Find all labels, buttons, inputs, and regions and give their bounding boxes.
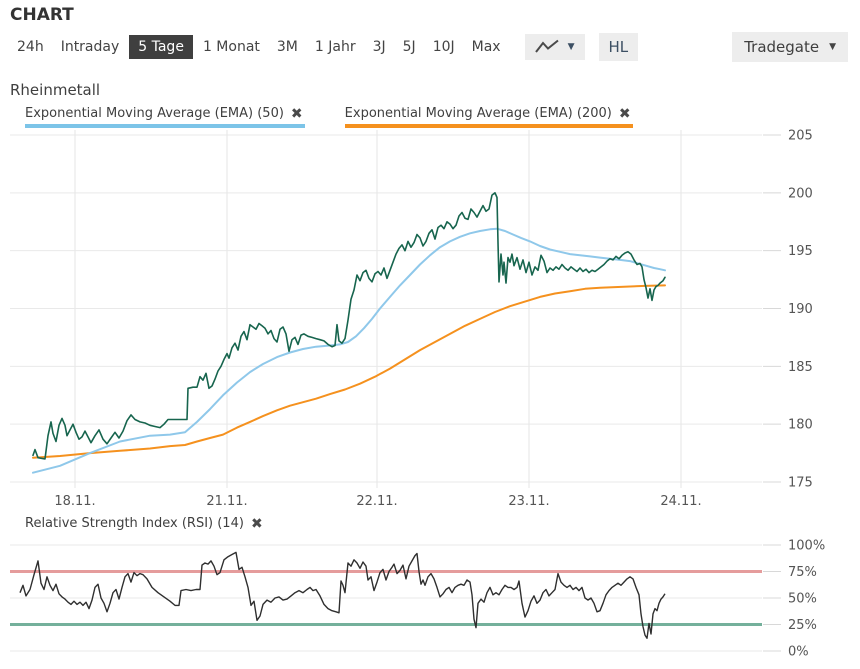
y-tick-label: 185 xyxy=(788,360,813,375)
indicator-badge-ema200: Exponential Moving Average (EMA) (200) ✖ xyxy=(345,106,633,128)
y-tick-label: 195 xyxy=(788,244,813,259)
x-tick-label: 18.11. xyxy=(54,494,95,509)
chart-type-button[interactable]: ▼ xyxy=(525,34,585,60)
rsi-chart: 100% 75% 50% 25% 0% xyxy=(0,534,860,656)
range-tab-24h[interactable]: 24h xyxy=(10,35,51,59)
exchange-selector-label: Tradegate xyxy=(744,38,819,56)
line-chart-icon xyxy=(535,39,560,55)
range-tab-1-monat[interactable]: 1 Monat xyxy=(196,35,267,59)
range-tab-10j[interactable]: 10J xyxy=(426,35,462,59)
ema-50-line xyxy=(33,229,665,473)
range-tab-5-tage[interactable]: 5 Tage xyxy=(129,35,193,59)
close-icon[interactable]: ✖ xyxy=(251,517,263,531)
y-tick-label: 75% xyxy=(788,565,817,580)
hl-button[interactable]: HL xyxy=(599,33,639,61)
y-tick-label: 205 xyxy=(788,129,813,144)
range-tab-max[interactable]: Max xyxy=(465,35,508,59)
x-tick-label: 23.11. xyxy=(508,494,549,509)
close-icon[interactable]: ✖ xyxy=(291,107,303,121)
range-tab-1-jahr[interactable]: 1 Jahr xyxy=(308,35,363,59)
chevron-down-icon: ▼ xyxy=(829,43,836,52)
indicator-badge-ema50: Exponential Moving Average (EMA) (50) ✖ xyxy=(25,106,305,128)
exchange-selector[interactable]: Tradegate ▼ xyxy=(732,32,848,62)
x-tick-label: 24.11. xyxy=(660,494,701,509)
indicator-label: Exponential Moving Average (EMA) (50) xyxy=(25,106,284,121)
chart-toolbar: 24h Intraday 5 Tage 1 Monat 3M 1 Jahr 3J… xyxy=(10,32,850,62)
y-tick-label: 100% xyxy=(788,539,825,554)
range-tab-3j[interactable]: 3J xyxy=(366,35,393,59)
chevron-down-icon: ▼ xyxy=(568,43,575,52)
y-tick-label: 25% xyxy=(788,618,817,633)
x-tick-label: 22.11. xyxy=(356,494,397,509)
indicator-badges: Exponential Moving Average (EMA) (50) ✖ … xyxy=(25,106,860,128)
indicator-label: Exponential Moving Average (EMA) (200) xyxy=(345,106,612,121)
range-tab-intraday[interactable]: Intraday xyxy=(54,35,127,59)
y-tick-label: 0% xyxy=(788,645,809,657)
x-tick-label: 21.11. xyxy=(206,494,247,509)
y-tick-label: 200 xyxy=(788,186,813,201)
y-tick-label: 175 xyxy=(788,476,813,491)
close-icon[interactable]: ✖ xyxy=(619,107,631,121)
range-tab-3m[interactable]: 3M xyxy=(270,35,305,59)
y-tick-label: 180 xyxy=(788,418,813,433)
instrument-name: Rheinmetall xyxy=(10,81,860,99)
y-tick-label: 190 xyxy=(788,302,813,317)
indicator-label: Relative Strength Index (RSI) (14) xyxy=(25,516,244,531)
indicator-badge-rsi: Relative Strength Index (RSI) (14) ✖ xyxy=(25,516,265,534)
rsi-badge-row: Relative Strength Index (RSI) (14) ✖ xyxy=(25,516,860,534)
price-chart: 18.11. 21.11. 22.11. 23.11. 24.11. 205 200 195 1… xyxy=(0,128,860,514)
y-tick-label: 50% xyxy=(788,592,817,607)
range-tab-5j[interactable]: 5J xyxy=(396,35,423,59)
rheinmetall-line xyxy=(33,193,665,459)
page-title: CHART xyxy=(10,5,860,25)
